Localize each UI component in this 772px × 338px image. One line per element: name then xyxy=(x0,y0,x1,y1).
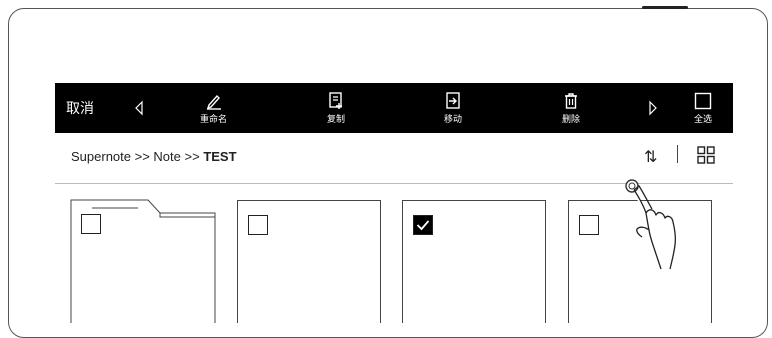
card-checkbox[interactable] xyxy=(248,215,268,235)
rename-button[interactable]: 重命名 xyxy=(200,83,227,133)
pointing-hand-icon xyxy=(625,179,677,270)
grid-view-icon[interactable] xyxy=(697,146,715,164)
file-card-selected[interactable] xyxy=(402,200,546,323)
divider xyxy=(677,145,678,163)
select-all-button[interactable]: 全选 xyxy=(694,83,712,133)
triangle-right-icon xyxy=(649,100,657,116)
card-checkbox[interactable] xyxy=(81,214,101,234)
trash-icon xyxy=(565,92,577,109)
card-checkbox-checked[interactable] xyxy=(413,215,433,235)
triangle-left-icon xyxy=(135,100,143,116)
selection-toolbar: 取消 重命名 复制 移动 删除 全选 xyxy=(55,83,733,133)
delete-label: 删除 xyxy=(562,114,581,125)
breadcrumb-root[interactable]: Supernote xyxy=(71,149,131,164)
delete-button[interactable]: 删除 xyxy=(562,83,580,133)
breadcrumb-separator: >> xyxy=(131,149,154,164)
file-card[interactable] xyxy=(237,200,381,323)
screen: 取消 重命名 复制 移动 删除 全选 Supernote >> Note >> … xyxy=(55,83,733,323)
move-button[interactable]: 移动 xyxy=(444,83,462,133)
power-button xyxy=(642,6,688,9)
cancel-button[interactable]: 取消 xyxy=(66,83,94,133)
next-page-button[interactable] xyxy=(647,83,659,133)
move-label: 移动 xyxy=(444,114,463,125)
folder-card[interactable] xyxy=(70,199,216,323)
sort-icon[interactable]: ⇅ xyxy=(644,147,657,166)
prev-page-button[interactable] xyxy=(133,83,145,133)
copy-button[interactable]: 复制 xyxy=(327,83,345,133)
rename-label: 重命名 xyxy=(200,114,228,125)
copy-icon xyxy=(329,91,342,109)
breadcrumb: Supernote >> Note >> TEST xyxy=(71,149,237,164)
move-icon xyxy=(446,91,460,109)
breadcrumb-middle[interactable]: Note xyxy=(153,149,180,164)
card-checkbox[interactable] xyxy=(579,215,599,235)
pencil-icon xyxy=(206,94,221,110)
breadcrumb-current: TEST xyxy=(203,149,237,164)
breadcrumb-separator: >> xyxy=(180,149,204,164)
checkmark-icon xyxy=(416,219,429,230)
cancel-label: 取消 xyxy=(66,101,94,117)
checkbox-empty-icon xyxy=(694,92,712,109)
select-all-label: 全选 xyxy=(694,114,713,125)
copy-label: 复制 xyxy=(327,114,346,125)
